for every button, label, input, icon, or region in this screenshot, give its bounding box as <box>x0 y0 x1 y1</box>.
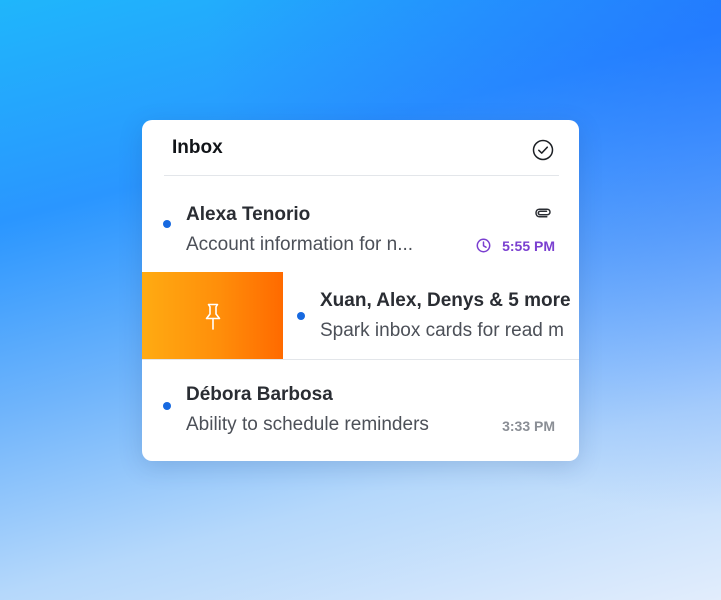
unread-indicator <box>163 402 171 410</box>
inbox-title: Inbox <box>172 137 223 158</box>
email-row-alexa-tenorio[interactable]: Alexa Tenorio Account information for n.… <box>142 176 579 272</box>
email-subject: Ability to schedule reminders <box>186 414 429 435</box>
reminder-clock-icon <box>476 238 491 258</box>
pin-action-button[interactable] <box>142 272 283 359</box>
email-time: 5:55 PM <box>502 238 555 254</box>
unread-indicator <box>297 312 305 320</box>
attachment-icon <box>534 207 552 226</box>
pin-icon <box>205 303 221 330</box>
email-sender: Débora Barbosa <box>186 384 333 405</box>
inbox-card: Inbox Alexa Tenorio Account information … <box>142 120 579 461</box>
email-subject: Account information for n... <box>186 234 414 255</box>
email-time: 3:33 PM <box>502 418 555 434</box>
mark-all-done-button[interactable] <box>532 139 554 161</box>
inbox-header: Inbox <box>142 120 579 176</box>
email-row-debora-barbosa[interactable]: Débora Barbosa Ability to schedule remin… <box>142 360 579 461</box>
email-sender: Xuan, Alex, Denys & 5 more <box>320 290 571 311</box>
unread-indicator <box>163 220 171 228</box>
email-row-xuan-alex-denys[interactable]: Xuan, Alex, Denys & 5 more Spark inbox c… <box>283 272 579 359</box>
checkmark-circle-icon <box>532 139 554 161</box>
email-sender: Alexa Tenorio <box>186 204 311 225</box>
email-subject: Spark inbox cards for read m <box>320 320 564 341</box>
